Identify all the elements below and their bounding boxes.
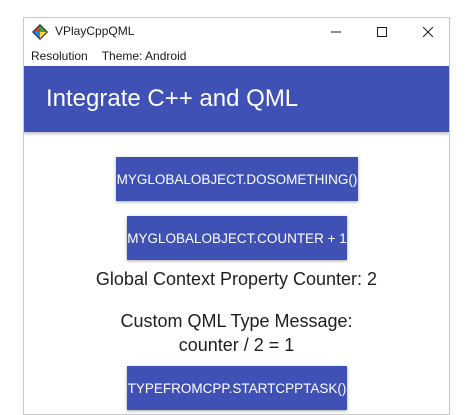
- increment-counter-button[interactable]: MYGLOBALOBJECT.COUNTER + 1: [127, 216, 347, 260]
- custom-message-value: counter / 2 = 1: [178, 335, 295, 355]
- custom-message-label: Custom QML Type Message:: [120, 311, 353, 331]
- minimize-icon: [331, 31, 341, 33]
- close-button[interactable]: [405, 18, 449, 46]
- close-icon: [423, 27, 433, 37]
- title-bar[interactable]: VPlayCppQML: [24, 18, 449, 46]
- start-cpp-task-button[interactable]: TYPEFROMCPP.STARTCPPTASK(): [127, 366, 347, 410]
- menu-theme[interactable]: Theme: Android: [95, 46, 194, 66]
- page-title: Integrate C++ and QML: [46, 85, 299, 112]
- menu-resolution[interactable]: Resolution: [24, 46, 95, 66]
- counter-label: Global Context Property Counter: 2: [95, 269, 378, 289]
- app-bar: Integrate C++ and QML: [24, 66, 449, 132]
- menu-bar: Resolution Theme: Android: [24, 46, 449, 66]
- vplay-diamond-icon: [32, 24, 48, 40]
- minimize-button[interactable]: [313, 18, 359, 46]
- maximize-button[interactable]: [359, 18, 405, 46]
- do-something-button[interactable]: MYGLOBALOBJECT.DOSOMETHING(): [116, 157, 358, 201]
- main-content: MYGLOBALOBJECT.DOSOMETHING() MYGLOBALOBJ…: [24, 132, 449, 414]
- window-title: VPlayCppQML: [55, 24, 135, 38]
- app-window: VPlayCppQML Resolution Theme: Android In…: [23, 17, 450, 415]
- maximize-icon: [377, 27, 387, 37]
